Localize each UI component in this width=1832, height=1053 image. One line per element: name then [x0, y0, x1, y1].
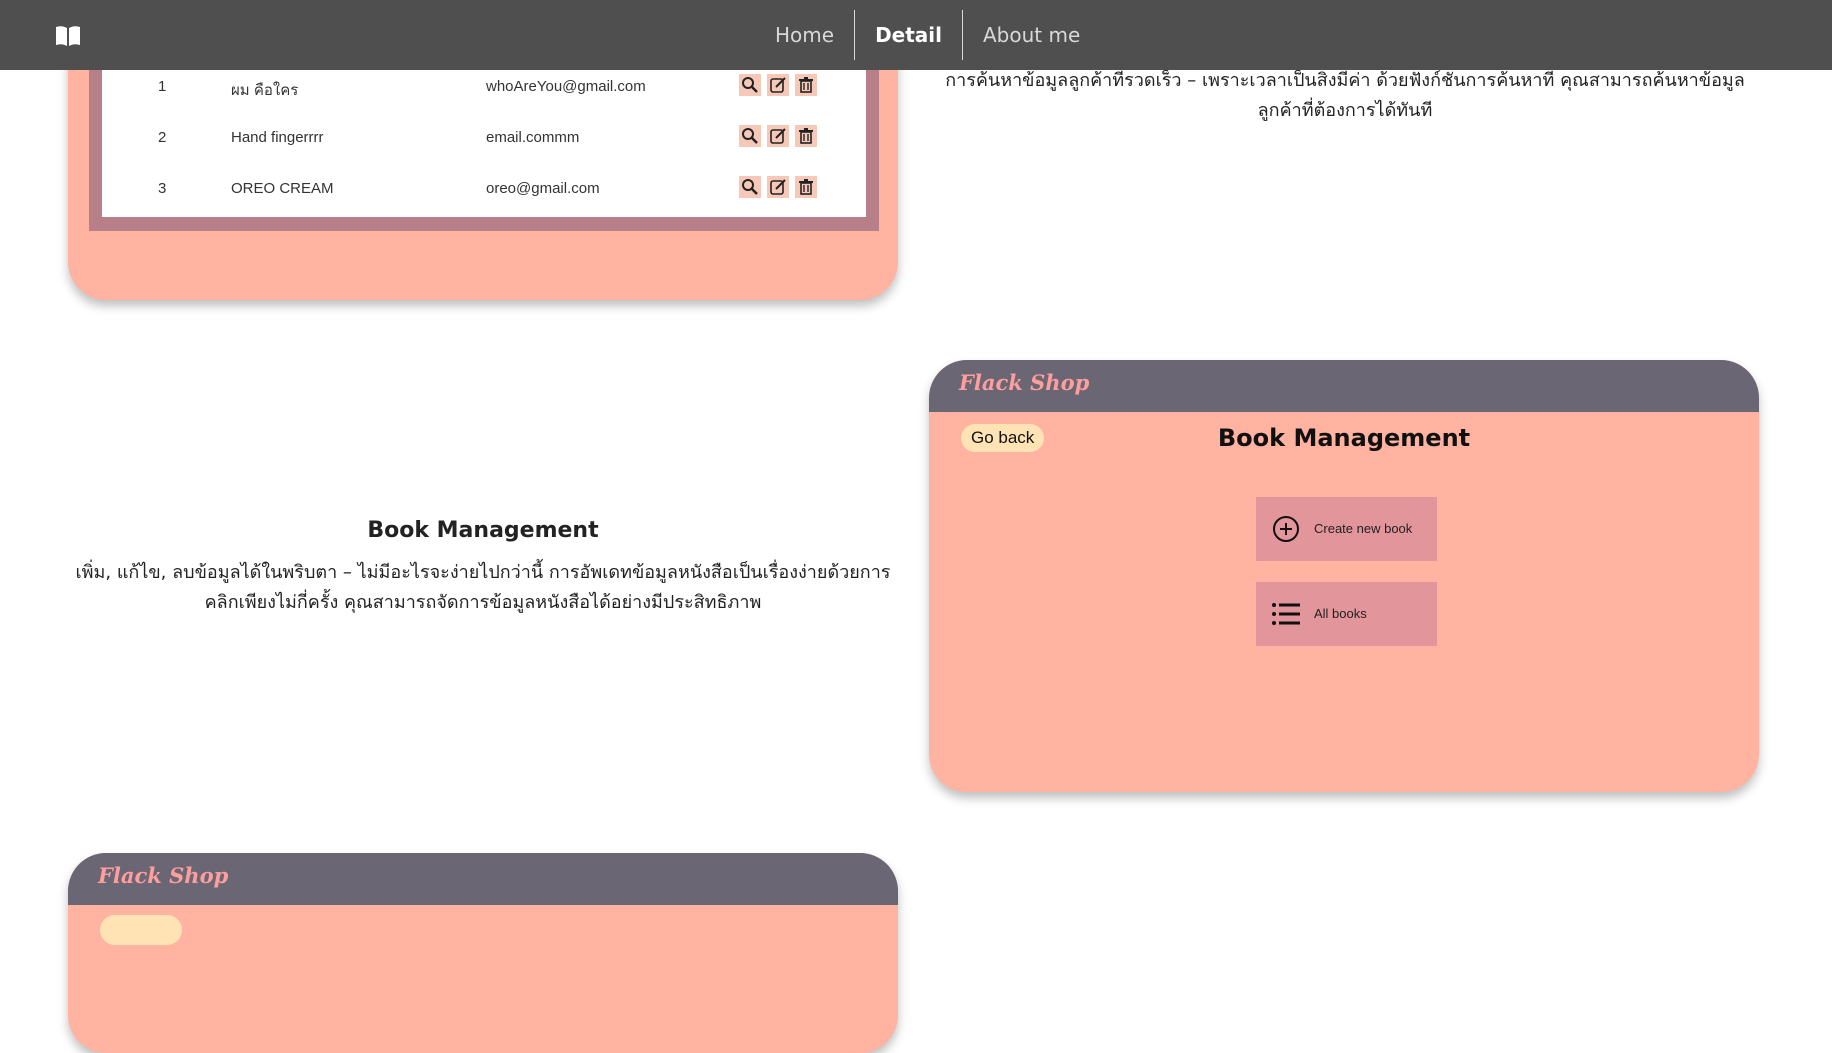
nav-about-link[interactable]: About me	[963, 10, 1100, 60]
delete-button[interactable]	[795, 125, 817, 147]
row-email: oreo@gmail.com	[486, 180, 600, 197]
trash-icon	[799, 128, 813, 144]
all-books-label: All books	[1314, 606, 1367, 621]
trash-icon	[799, 77, 813, 93]
edit-icon	[770, 128, 786, 144]
book-feature-title: Book Management	[367, 518, 599, 543]
list-icon	[1272, 603, 1300, 625]
table-row: 2 Hand fingerrrr email.commm	[102, 113, 866, 163]
search-icon	[742, 128, 758, 144]
all-books-button[interactable]: All books	[1256, 582, 1437, 646]
row-actions	[739, 74, 817, 96]
nav-home-link[interactable]: Home	[755, 10, 854, 60]
row-id: 1	[158, 78, 167, 95]
search-icon	[742, 77, 758, 93]
nav-links: Home Detail About me	[755, 10, 1100, 60]
book-management-card: Flack Shop Book Management Go back Creat…	[929, 360, 1759, 792]
card-title: Book Management	[1217, 424, 1471, 452]
view-button[interactable]	[739, 125, 761, 147]
book-feature-description: เพิ่ม, แก้ไข, ลบข้อมูลได้ในพริบตา – ไม่ม…	[75, 562, 891, 613]
row-id: 2	[158, 129, 167, 146]
view-button[interactable]	[739, 176, 761, 198]
card-header: Flack Shop	[68, 853, 898, 905]
plus-circle-icon	[1273, 516, 1299, 542]
brand-logo: Flack Shop	[98, 863, 229, 888]
open-book-icon[interactable]	[55, 25, 81, 47]
trash-icon	[799, 179, 813, 195]
customer-search-description: การค้นหาข้อมูลลูกค้าที่รวดเร็ว – เพราะเว…	[945, 70, 1745, 121]
top-navbar: Home Detail About me	[0, 0, 1832, 70]
search-icon	[742, 179, 758, 195]
edit-button[interactable]	[767, 74, 789, 96]
row-name: Hand fingerrrr	[231, 129, 324, 146]
card-header: Flack Shop	[929, 360, 1759, 412]
row-actions	[739, 176, 817, 198]
row-actions	[739, 125, 817, 147]
go-back-button[interactable]: Go back	[961, 424, 1045, 452]
delete-button[interactable]	[795, 74, 817, 96]
table-row: 3 OREO CREAM oreo@gmail.com	[102, 164, 866, 214]
row-name: ผม คือใคร	[231, 82, 299, 99]
view-button[interactable]	[739, 74, 761, 96]
row-id: 3	[158, 180, 167, 197]
row-email: whoAreYou@gmail.com	[486, 78, 646, 95]
brand-logo: Flack Shop	[959, 370, 1090, 395]
edit-icon	[770, 77, 786, 93]
nav-detail-link[interactable]: Detail	[855, 10, 962, 60]
row-email: email.commm	[486, 129, 580, 146]
edit-button[interactable]	[767, 176, 789, 198]
delete-button[interactable]	[795, 176, 817, 198]
bottom-preview-card: Flack Shop	[68, 853, 898, 1053]
row-name: OREO CREAM	[231, 180, 334, 197]
edit-icon	[770, 179, 786, 195]
edit-button[interactable]	[767, 125, 789, 147]
create-new-book-button[interactable]: Create new book	[1256, 497, 1437, 561]
create-new-book-label: Create new book	[1314, 521, 1413, 536]
go-back-button[interactable]	[100, 915, 182, 945]
